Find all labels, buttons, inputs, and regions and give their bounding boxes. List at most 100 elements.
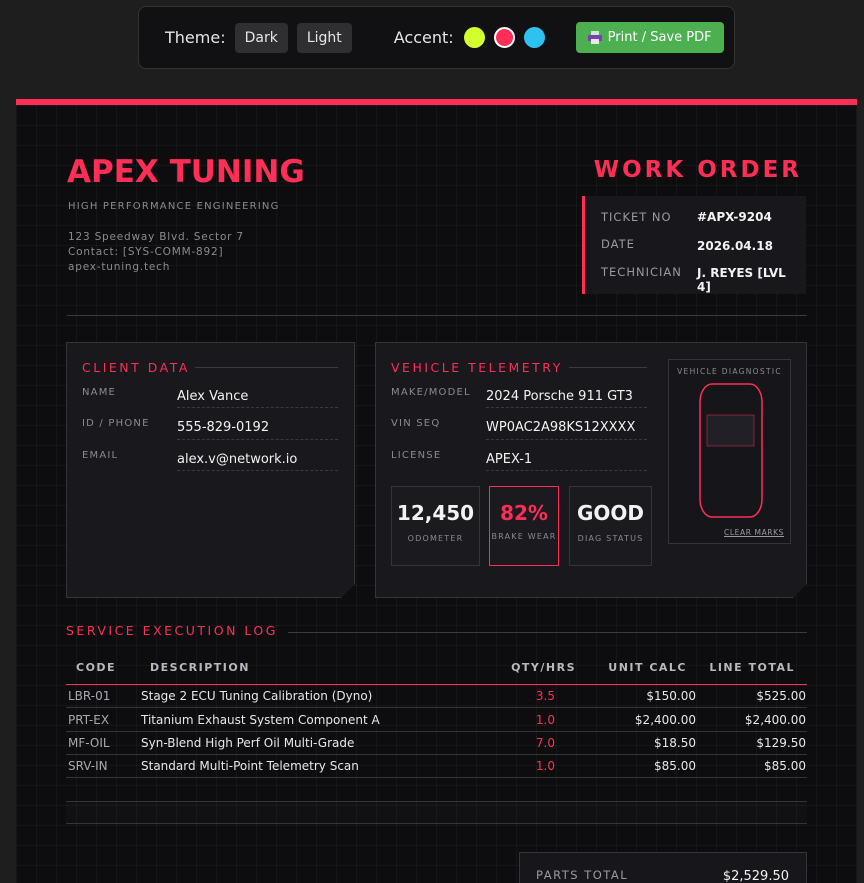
ticket-row: TICKET NO #APX-9204 [601,210,796,228]
vehicle-diagnostic-box: VEHICLE DIAGNOSTIC CLEAR MARKS [668,359,791,544]
row-qty: 1.0 [535,759,555,773]
order-meta-box: TICKET NO #APX-9204 DATE 2026.04.18 TECH… [582,196,806,294]
row-total: $129.50 [756,736,806,750]
empty-table-row [66,801,807,824]
parts-total-value: $2,529.50 [722,869,789,883]
company-name: APEX TUNING [67,154,305,190]
license-label: LICENSE [391,450,442,461]
client-data-panel: CLIENT DATA NAME Alex Vance ID / PHONE 5… [66,342,355,598]
printer-icon [587,31,602,44]
technician-row: TECHNICIAN J. REYES [LVL 4] [601,265,796,294]
date-label: DATE [601,237,635,251]
license-value: APEX-1 [486,452,533,467]
dark-theme-button[interactable]: Dark [234,22,288,53]
client-email-value: alex.v@network.io [177,452,298,467]
row-total: $525.00 [756,689,806,703]
row-description: Stage 2 ECU Tuning Calibration (Dyno) [141,689,373,703]
brake-wear-value: 82% [500,501,548,525]
col-header-total: LINE TOTAL [709,661,795,674]
company-website: apex-tuning.tech [68,261,171,273]
vin-underline [486,439,647,440]
technician-value: J. REYES [LVL 4] [697,266,786,294]
diag-status-label: DIAG STATUS [577,534,644,543]
company-contact: Contact: [SYS-COMM-892] [68,246,224,258]
header-divider [67,315,807,316]
service-log-rule [288,632,807,633]
accent-swatch-lime[interactable] [463,27,485,48]
row-code: LBR-01 [68,689,111,703]
col-header-unit: UNIT CALC [608,661,687,674]
work-order-document: APEX TUNING HIGH PERFORMANCE ENGINEERING… [16,99,857,883]
car-outline-icon[interactable] [698,382,764,519]
accent-swatch-red[interactable] [493,27,515,48]
row-unit: $18.50 [654,736,696,750]
client-id-underline [177,439,338,440]
date-value: 2026.04.18 [697,239,773,253]
row-total: $2,400.00 [744,713,806,727]
parts-total-label: PARTS TOTAL [536,868,629,882]
col-header-qty: QTY/HRS [511,661,576,674]
client-data-title: CLIENT DATA [82,360,190,375]
service-log-title: SERVICE EXECUTION LOG [66,623,278,638]
license-underline [486,470,647,471]
brake-wear-stat: 82% BRAKE WEAR [489,486,559,566]
make-model-underline [486,407,647,408]
date-row: DATE 2026.04.18 [601,237,796,255]
odometer-value: 12,450 [396,501,475,525]
company-tagline: HIGH PERFORMANCE ENGINEERING [68,201,280,212]
row-unit: $150.00 [646,689,696,703]
col-header-description: DESCRIPTION [150,661,250,674]
row-qty: 3.5 [535,689,555,703]
vin-label: VIN SEQ [391,418,441,429]
table-row: MF-OIL Syn-Blend High Perf Oil Multi-Gra… [66,732,807,755]
accent-swatch-cyan[interactable] [523,27,545,48]
table-row: LBR-01 Stage 2 ECU Tuning Calibration (D… [66,685,807,708]
client-name-label: NAME [82,387,117,398]
work-order-title: WORK ORDER [593,157,802,183]
row-qty: 1.0 [535,713,555,727]
technician-label: TECHNICIAN [601,265,682,279]
company-address: 123 Speedway Blvd. Sector 7 [68,231,244,243]
client-email-label: EMAIL [82,450,119,461]
print-save-pdf-button[interactable]: Print / Save PDF [575,22,724,53]
control-toolbar: Theme: Dark Light Accent: Print / Save P… [138,6,735,69]
theme-label: Theme: [165,28,226,47]
vehicle-title-rule [569,367,647,368]
table-row: PRT-EX Titanium Exhaust System Component… [66,709,807,732]
print-button-label: Print / Save PDF [607,30,712,45]
table-row: SRV-IN Standard Multi-Point Telemetry Sc… [66,755,807,778]
row-total: $85.00 [764,759,806,773]
row-description: Titanium Exhaust System Component A [141,713,380,727]
brake-wear-label: BRAKE WEAR [491,532,557,541]
client-name-value: Alex Vance [177,389,249,404]
clear-marks-link[interactable]: CLEAR MARKS [724,528,784,537]
ticket-value: #APX-9204 [697,210,772,224]
diag-status-stat: GOOD DIAG STATUS [569,486,652,566]
row-description: Standard Multi-Point Telemetry Scan [141,759,359,773]
row-code: PRT-EX [68,713,110,727]
ticket-label: TICKET NO [601,210,672,224]
row-qty: 7.0 [535,736,555,750]
row-code: SRV-IN [68,759,108,773]
odometer-stat: 12,450 ODOMETER [391,486,480,566]
vehicle-diagnostic-title: VEHICLE DIAGNOSTIC [677,367,782,376]
make-model-value: 2024 Porsche 911 GT3 [486,389,633,404]
make-model-label: MAKE/MODEL [391,387,471,398]
client-email-underline [177,470,338,471]
vehicle-telemetry-panel: VEHICLE TELEMETRY MAKE/MODEL 2024 Porsch… [375,342,807,598]
client-title-rule [195,367,338,368]
client-id-label: ID / PHONE [82,418,150,429]
client-name-underline [177,407,338,408]
client-id-value: 555-829-0192 [177,420,270,435]
row-unit: $2,400.00 [634,713,696,727]
col-header-code: CODE [76,661,117,674]
totals-box: PARTS TOTAL $2,529.50 [519,852,807,883]
row-description: Syn-Blend High Perf Oil Multi-Grade [141,736,355,750]
vehicle-telemetry-title: VEHICLE TELEMETRY [391,360,563,375]
accent-label: Accent: [393,28,454,47]
diag-status-value: GOOD [576,501,645,525]
odometer-label: ODOMETER [407,534,464,543]
row-unit: $85.00 [654,759,696,773]
row-code: MF-OIL [68,736,110,750]
light-theme-button[interactable]: Light [296,22,352,53]
